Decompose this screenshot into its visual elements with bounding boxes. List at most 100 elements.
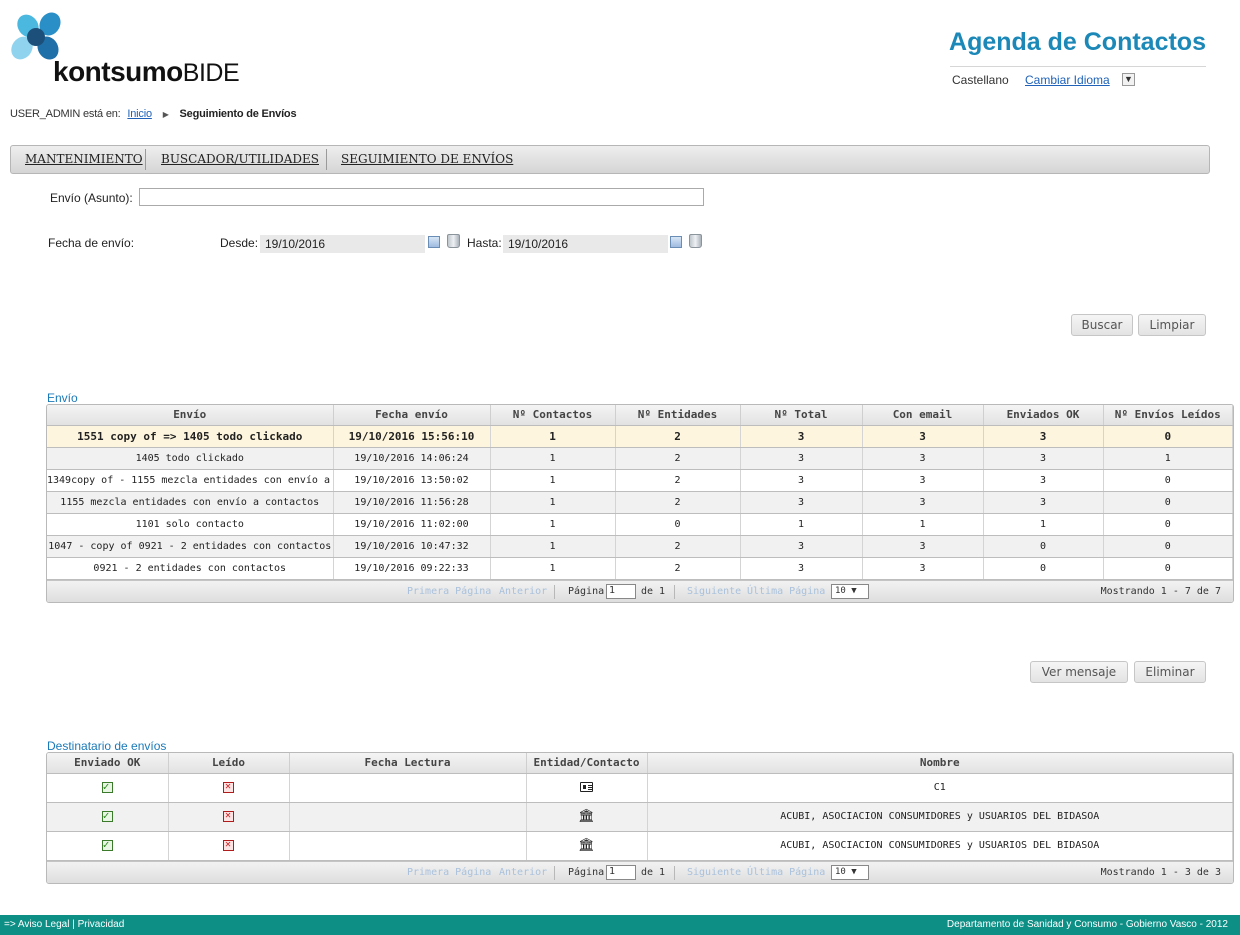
column-header[interactable]: Nº Contactos bbox=[490, 405, 616, 426]
pager-of-label: de 1 bbox=[641, 866, 666, 878]
breadcrumb-current: Seguimiento de Envíos bbox=[179, 108, 297, 120]
table-row[interactable]: 🏛 ACUBI, ASOCIACION CONSUMIDORES y USUAR… bbox=[47, 831, 1233, 861]
pager-last-link[interactable]: Última Página bbox=[747, 867, 825, 878]
table-cell: 3 bbox=[983, 447, 1104, 470]
clear-date-icon[interactable] bbox=[447, 234, 460, 248]
clear-button[interactable]: Limpiar bbox=[1138, 314, 1206, 336]
to-date-field[interactable]: 19/10/2016 bbox=[503, 235, 668, 253]
table-cell: 0 bbox=[615, 513, 741, 536]
table-cell: 0 bbox=[1103, 469, 1233, 492]
table-cell: 1155 mezcla entidades con envío a contac… bbox=[47, 491, 334, 514]
table-cell: 3 bbox=[862, 557, 984, 580]
breadcrumb-home-link[interactable]: Inicio bbox=[127, 108, 152, 120]
table-cell: 🏛 bbox=[526, 802, 648, 832]
column-header[interactable]: Enviados OK bbox=[983, 405, 1104, 426]
column-header[interactable]: Nº Entidades bbox=[615, 405, 741, 426]
table-cell: 3 bbox=[862, 491, 984, 514]
table-cell: 3 bbox=[740, 469, 863, 492]
table-cell: ACUBI, ASOCIACION CONSUMIDORES y USUARIO… bbox=[647, 802, 1233, 832]
pager-prev-link[interactable]: Anterior bbox=[499, 586, 547, 597]
column-header[interactable]: Nombre bbox=[647, 753, 1233, 774]
pager-next-link[interactable]: Siguiente bbox=[687, 586, 741, 597]
table-row[interactable]: 1155 mezcla entidades con envío a contac… bbox=[47, 491, 1233, 514]
app-title: Agenda de Contactos bbox=[949, 28, 1206, 56]
check-icon bbox=[101, 780, 113, 793]
main-menu: MANTENIMIENTO BUSCADOR/UTILIDADES SEGUIM… bbox=[10, 145, 1210, 174]
menu-item-seguimiento[interactable]: SEGUIMIENTO DE ENVÍOS bbox=[341, 152, 513, 166]
column-header[interactable]: Fecha Lectura bbox=[289, 753, 527, 774]
table-row[interactable]: 0921 - 2 entidades con contactos 19/10/20… bbox=[47, 557, 1233, 580]
pager-page-label: Página bbox=[568, 585, 605, 597]
column-header[interactable]: Entidad/Contacto bbox=[526, 753, 648, 774]
pager-page-size-select[interactable]: 10 ▼ bbox=[831, 864, 869, 880]
column-header[interactable]: Leído bbox=[168, 753, 290, 774]
current-language: Castellano bbox=[952, 73, 1009, 87]
table-cell: 0 bbox=[1103, 535, 1233, 558]
pager-first-link[interactable]: Primera Página bbox=[407, 586, 491, 597]
column-header[interactable]: Con email bbox=[862, 405, 984, 426]
table-cell: 1 bbox=[740, 513, 863, 536]
breadcrumb-arrow-icon: ▶ bbox=[162, 110, 169, 119]
table-cell: 1 bbox=[490, 557, 616, 580]
table-cell: 2 bbox=[615, 535, 741, 558]
table-cell: 1 bbox=[490, 491, 616, 514]
footer-legal-links[interactable]: => Aviso Legal | Privacidad bbox=[4, 919, 124, 930]
pager-last-link[interactable]: Última Página bbox=[747, 586, 825, 597]
subject-input[interactable] bbox=[139, 188, 704, 206]
from-date-field[interactable]: 19/10/2016 bbox=[260, 235, 425, 253]
pager-page-size-select[interactable]: 10 ▼ bbox=[831, 583, 869, 599]
table-cell: 1349copy of - 1155 mezcla entidades con … bbox=[47, 469, 334, 492]
table-cell: 1047 - copy of 0921 - 2 entidades con co… bbox=[47, 535, 334, 558]
check-icon bbox=[101, 838, 113, 851]
to-date-label: Hasta: bbox=[467, 236, 502, 250]
pager-page-input[interactable]: 1 bbox=[606, 583, 636, 599]
table-row[interactable]: 1349copy of - 1155 mezcla entidades con … bbox=[47, 469, 1233, 492]
menu-divider bbox=[145, 149, 146, 170]
pager-prev-link[interactable]: Anterior bbox=[499, 867, 547, 878]
pager-page-input[interactable]: 1 bbox=[606, 864, 636, 880]
table-row[interactable]: 1047 - copy of 0921 - 2 entidades con co… bbox=[47, 535, 1233, 558]
calendar-icon[interactable] bbox=[670, 236, 682, 248]
view-message-button[interactable]: Ver mensaje bbox=[1030, 661, 1128, 683]
column-header[interactable]: Fecha envío bbox=[333, 405, 491, 426]
table-cell: 3 bbox=[862, 425, 984, 448]
table-row[interactable]: 1405 todo clickado 19/10/2016 14:06:24 1 2 3… bbox=[47, 447, 1233, 470]
column-header[interactable]: Nº Total bbox=[740, 405, 863, 426]
destinatarios-grid-caption: Destinatario de envíos bbox=[47, 739, 167, 753]
kontsumobide-logo[interactable]: kontsumoBIDE bbox=[8, 8, 268, 88]
menu-divider bbox=[326, 149, 327, 170]
calendar-icon[interactable] bbox=[428, 236, 440, 248]
table-cell: 1551 copy of => 1405 todo clickado bbox=[47, 425, 334, 448]
envios-grid-caption: Envío bbox=[47, 391, 78, 405]
table-cell: 1 bbox=[490, 447, 616, 470]
table-row[interactable]: 🏛 ACUBI, ASOCIACION CONSUMIDORES y USUAR… bbox=[47, 802, 1233, 832]
table-cell: 3 bbox=[740, 491, 863, 514]
table-cell: 3 bbox=[740, 557, 863, 580]
table-cell: 1101 solo contacto bbox=[47, 513, 334, 536]
menu-item-mantenimiento[interactable]: MANTENIMIENTO bbox=[25, 152, 143, 166]
column-header[interactable]: Envío bbox=[47, 405, 334, 426]
table-row[interactable]: 1101 solo contacto 19/10/2016 11:02:00 1 0 1… bbox=[47, 513, 1233, 536]
pager-first-link[interactable]: Primera Página bbox=[407, 867, 491, 878]
pager-next-link[interactable]: Siguiente bbox=[687, 867, 741, 878]
contact-card-icon bbox=[580, 782, 593, 792]
table-cell: 19/10/2016 15:56:10 bbox=[333, 425, 491, 448]
column-header[interactable]: Enviado OK bbox=[47, 753, 169, 774]
language-dropdown-icon[interactable]: ▼ bbox=[1122, 73, 1135, 86]
menu-item-buscador[interactable]: BUSCADOR/UTILIDADES bbox=[161, 152, 319, 166]
table-cell bbox=[168, 831, 290, 861]
pager-divider bbox=[554, 865, 555, 880]
search-button[interactable]: Buscar bbox=[1071, 314, 1133, 336]
bank-building-icon: 🏛 bbox=[578, 808, 595, 824]
clear-date-icon[interactable] bbox=[689, 234, 702, 248]
x-icon bbox=[223, 781, 234, 793]
change-language-link[interactable]: Cambiar Idioma bbox=[1025, 73, 1110, 87]
column-header[interactable]: Nº Envíos Leídos bbox=[1103, 405, 1233, 426]
table-row[interactable]: C1 bbox=[47, 773, 1233, 803]
table-row-selected[interactable]: 1551 copy of => 1405 todo clickado 19/10/… bbox=[47, 425, 1233, 448]
table-cell: 0921 - 2 entidades con contactos bbox=[47, 557, 334, 580]
delete-button[interactable]: Eliminar bbox=[1134, 661, 1206, 683]
table-cell: 1 bbox=[1103, 447, 1233, 470]
table-cell: ACUBI, ASOCIACION CONSUMIDORES y USUARIO… bbox=[647, 831, 1233, 861]
table-cell bbox=[168, 773, 290, 803]
